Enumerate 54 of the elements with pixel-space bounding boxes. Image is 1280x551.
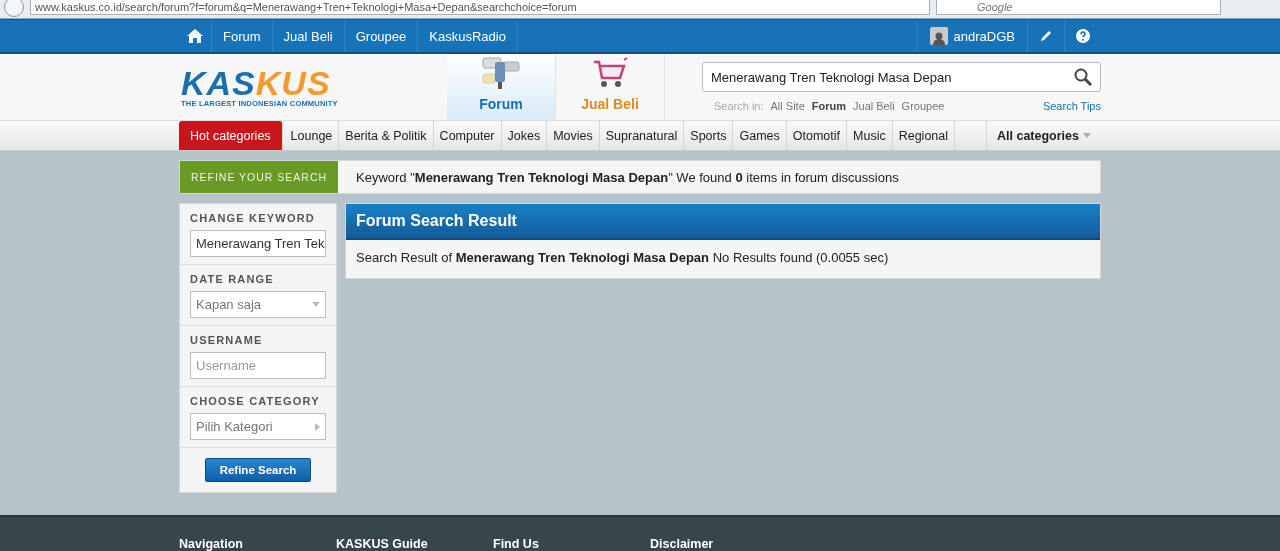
category-link[interactable]: Movies (547, 121, 600, 150)
browser-search-field[interactable]: Google (936, 0, 1221, 15)
input-field[interactable]: Menerawang Tren Tek (190, 230, 326, 257)
search-scope-label: Search in: (714, 100, 764, 112)
address-bar[interactable]: www.kaskus.co.id/search/forum?f=forum&q=Menerawang+Tren+Teknologi+Masa+Depan&searchchoice=forum (30, 0, 930, 15)
footer-heading: Disclaimer (650, 537, 715, 551)
home-icon (187, 29, 203, 43)
caret-icon (312, 302, 320, 307)
refine-search-button[interactable]: Refine Search (204, 458, 312, 482)
username[interactable]: andraDGB (953, 28, 1015, 44)
category-link[interactable]: Games (733, 121, 787, 150)
category-link[interactable]: Berita & Politik (339, 121, 434, 150)
avatar-icon[interactable] (929, 27, 948, 45)
caret-icon (315, 422, 320, 431)
chat-icon (481, 56, 521, 90)
search-tips-link[interactable]: Search Tips (1042, 100, 1101, 112)
all-categories-menu[interactable]: All categories (986, 121, 1101, 150)
search-scope-option[interactable]: Forum (811, 100, 846, 112)
search-scope-option[interactable]: Jual Beli (853, 100, 895, 112)
footer-heading: Find Us (493, 537, 540, 551)
nav-link[interactable]: Forum (212, 20, 273, 52)
nav-link[interactable]: Jual Beli (272, 20, 345, 52)
help-icon (1076, 29, 1090, 43)
section-tab[interactable]: Forum (447, 54, 556, 120)
nav-link[interactable]: KaskusRadio (418, 20, 518, 52)
category-link[interactable]: Computer (433, 121, 502, 150)
search-icon (1074, 68, 1092, 86)
footer-heading: KASKUS Guide (336, 537, 429, 551)
category-link[interactable]: Music (847, 121, 893, 150)
filter-label: DATE RANGE (190, 273, 275, 285)
category-link[interactable]: Sports (684, 121, 734, 150)
result-text: Search Result of Menerawang Tren Teknologi Masa Depan No Results found (0.0055 sec) (355, 249, 890, 267)
caret-icon (1083, 133, 1091, 138)
search-summary: Keyword "Menerawang Tren Teknologi Masa Depan" We found 0 items in forum discussions (355, 169, 899, 185)
logo[interactable]: KASKUS (181, 66, 447, 99)
footer-heading: Navigation (179, 537, 244, 551)
filter-label: USERNAME (190, 334, 264, 346)
nav-link[interactable]: Groupee (344, 20, 419, 52)
search-scope-option[interactable]: All Site (770, 100, 805, 112)
filter-label: CHOOSE CATEGORY (190, 395, 321, 407)
filter-label: CHANGE KEYWORD (190, 212, 316, 224)
search-field[interactable]: Menerawang Tren Teknologi Masa Depan (702, 62, 1101, 92)
result-title: Forum Search Result (346, 204, 1100, 240)
category-link[interactable]: Otomotif (786, 121, 847, 150)
dropdown[interactable]: Pilih Kategori (190, 413, 326, 440)
category-link[interactable]: Jokes (501, 121, 548, 150)
back-button[interactable] (4, 0, 24, 17)
search-scope-option[interactable]: Groupee (901, 100, 945, 112)
category-link[interactable]: Regional (892, 121, 955, 150)
category-link[interactable]: Hot categories (179, 121, 283, 150)
category-link[interactable]: Lounge (284, 121, 340, 150)
category-link[interactable]: Supranatural (599, 121, 685, 150)
dropdown[interactable]: Kapan saja (190, 291, 326, 318)
pencil-icon (1039, 29, 1053, 43)
